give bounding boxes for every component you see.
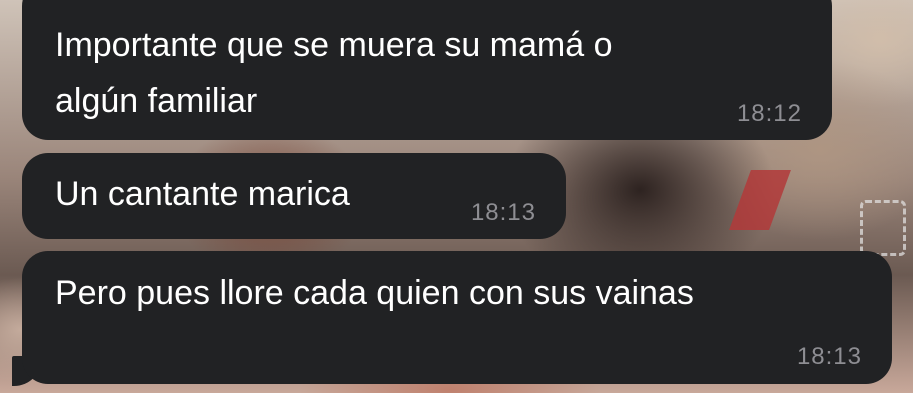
message-timestamp: 18:12 <box>736 100 802 127</box>
message-timestamp: 18:13 <box>470 199 536 226</box>
message-bubble[interactable]: Importante que se muera su mamá o algún … <box>22 0 832 140</box>
message-bubble[interactable]: Un cantante marica 18:13 <box>22 153 566 239</box>
wallpaper-detail <box>729 170 791 230</box>
message-text: algún familiar <box>55 82 258 120</box>
wallpaper-detail <box>860 200 906 256</box>
message-text: Importante que se muera su mamá o <box>55 26 613 64</box>
message-text: Un cantante marica <box>55 175 350 213</box>
message-text: Pero pues llore cada quien con sus vaina… <box>55 274 694 312</box>
chat-background: Importante que se muera su mamá o algún … <box>0 0 913 393</box>
message-bubble[interactable]: Pero pues llore cada quien con sus vaina… <box>22 251 892 384</box>
message-timestamp: 18:13 <box>796 343 862 370</box>
